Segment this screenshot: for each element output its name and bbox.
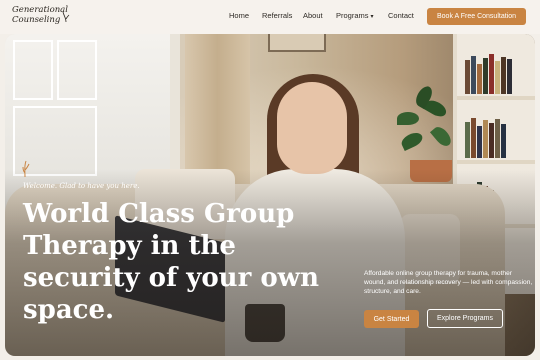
nav-item-home[interactable]: Home [229,11,249,20]
hero-subtext: Affordable online group therapy for trau… [364,270,533,295]
hero-headline: World Class Group Therapy in the securit… [23,198,323,326]
chevron-down-icon: ▾ [370,14,374,20]
headline-line: Therapy in the [23,231,236,261]
nav-item-programs[interactable]: Programs ▾ [336,11,374,20]
sprig-icon [22,160,30,178]
hero-eyebrow: Welcome. Glad to have you here. [23,182,140,190]
nav-item-programs-label: Programs [336,11,369,20]
headline-line: space. [23,295,115,325]
nav-item-referrals[interactable]: Referrals [262,11,292,20]
nav-item-contact[interactable]: Contact [388,11,414,20]
nav-item-about[interactable]: About [303,11,323,20]
hero-section: Welcome. Glad to have you here. World Cl… [5,34,535,356]
get-started-button[interactable]: Get Started [364,310,419,328]
site-header: Generational Counseling Home Referrals A… [0,0,540,34]
book-consultation-button[interactable]: Book A Free Consultation [427,8,526,25]
headline-line: World Class Group [23,199,295,229]
explore-programs-button[interactable]: Explore Programs [427,309,503,328]
headline-line: security of your own [23,263,319,293]
